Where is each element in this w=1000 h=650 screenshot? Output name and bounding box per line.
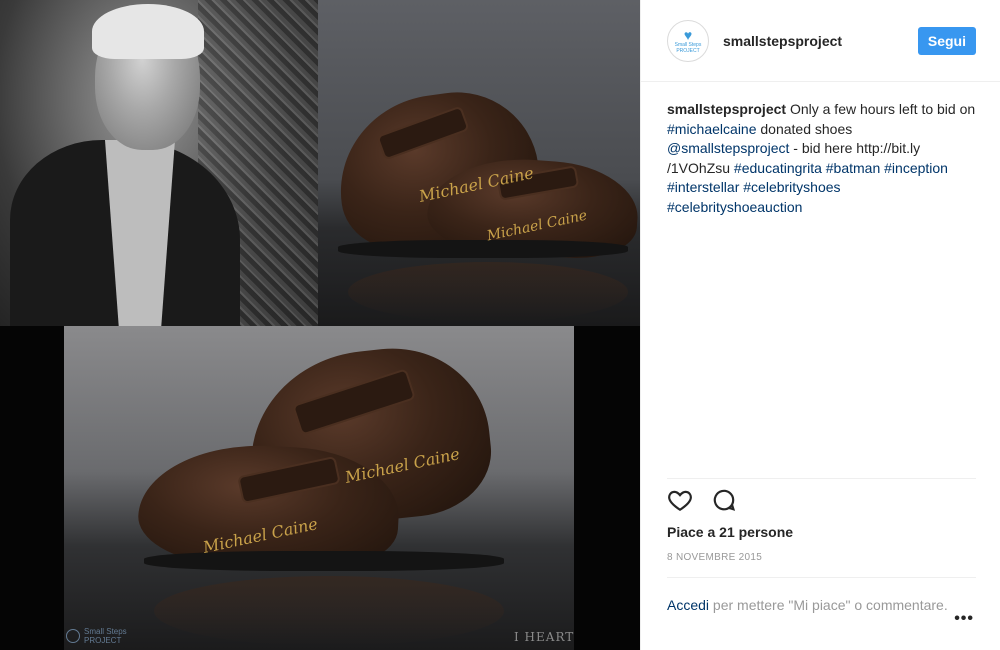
portrait-photo [0,0,318,326]
avatar[interactable]: ♥ Small Steps PROJECT [667,19,709,62]
post-sidebar: ♥ Small Steps PROJECT smallstepsproject … [640,0,1000,650]
watermark-logo: Small Steps PROJECT [66,627,127,645]
post-caption: smallstepsproject Only a few hours left … [641,82,1000,478]
shoe-sole [338,240,628,258]
comment-icon[interactable] [711,487,737,518]
shoes-photo-top: Michael Caine Michael Caine [318,0,640,326]
heart-icon: ♥ [683,26,693,43]
heart-icon[interactable] [667,487,693,518]
hashtag-link[interactable]: #inception [884,160,948,176]
watermark-logo-text: Small Steps PROJECT [84,627,127,645]
hashtag-link[interactable]: #michaelcaine [667,121,757,137]
shoe-reflection [154,576,504,646]
instagram-post: Michael Caine Michael Caine Michael Cain… [0,0,1000,650]
hashtag-link[interactable]: #educatingrita [734,160,822,176]
shoes-photo-bottom: Michael Caine Michael Caine [64,326,574,650]
watermark-logo-line1: Small Steps [84,627,127,636]
more-options-icon[interactable]: ••• [954,610,974,628]
watermark-logo-icon [66,629,80,643]
username-link[interactable]: smallstepsproject [723,33,918,49]
watermark-logo-line2: PROJECT [84,636,122,645]
login-link[interactable]: Accedi [667,597,709,613]
hashtag-link[interactable]: #celebrityshoeauction [667,199,802,215]
mention-link[interactable]: @smallstepsproject [667,140,789,156]
follow-button[interactable]: Segui [917,26,976,55]
avatar-brand-line2: PROJECT [676,47,700,54]
hashtag-link[interactable]: #interstellar [667,179,739,195]
post-image[interactable]: Michael Caine Michael Caine Michael Cain… [0,0,640,650]
caption-text: donated shoes [756,120,853,137]
post-date: 8 NOVEMBRE 2015 [667,552,763,563]
comment-prompt: Accedi per mettere "Mi piace" o commenta… [667,577,976,615]
hair [92,4,204,59]
shoe-reflection [348,262,628,322]
likes-count[interactable]: Piace a 21 persone [667,524,976,540]
caption-text: Only a few hours left to bid on [786,101,976,117]
hashtag-link[interactable]: #celebrityshoes [743,179,840,195]
comment-prompt-text: per mettere "Mi piace" o commentare. [709,597,948,613]
shoe-sole [144,551,504,571]
caption-author-link[interactable]: smallstepsproject [667,101,786,117]
hashtag-link[interactable]: #batman [826,160,880,176]
action-bar [667,478,976,518]
watermark-text: I HEART [514,630,575,644]
post-header: ♥ Small Steps PROJECT smallstepsproject … [641,0,1000,82]
